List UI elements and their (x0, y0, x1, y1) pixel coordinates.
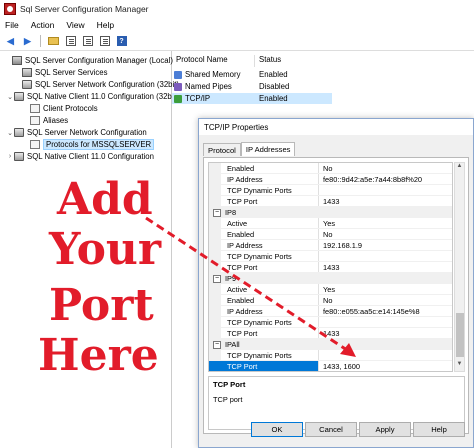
description-title: TCP Port (213, 380, 246, 389)
grid-category-ipall[interactable]: − IPAll (209, 339, 452, 350)
tab-protocol[interactable]: Protocol (203, 143, 241, 156)
annotation-line-add: Add (57, 174, 153, 225)
tab-ip-addresses[interactable]: IP Addresses (240, 142, 296, 156)
help-button[interactable]: Help (413, 422, 465, 437)
ip-addresses-panel: Enabled No IP Address fe80::9d42:a5e:7a44:… (203, 157, 469, 434)
annotation-line-port: Port (49, 280, 154, 331)
grid-row[interactable]: TCP Dynamic Ports (209, 185, 452, 196)
aliases-icon (30, 116, 40, 125)
dialog-title-bar: TCP/IP Properties (199, 119, 473, 135)
folder-up-icon[interactable] (47, 35, 60, 47)
tree-item-native-client-32[interactable]: ⌄ SQL Native Client 11.0 Configuration (… (6, 91, 172, 102)
title-bar: Sql Server Configuration Manager (0, 0, 474, 18)
apply-button[interactable]: Apply (359, 422, 411, 437)
collapse-box-icon[interactable]: − (213, 274, 221, 283)
menu-view[interactable]: View (66, 20, 84, 30)
grid-row[interactable]: TCP Port 1433 (209, 196, 452, 207)
grid-row[interactable]: Enabled No (209, 163, 452, 174)
dialog-title: TCP/IP Properties (204, 122, 269, 132)
console-tree-icon[interactable] (64, 35, 77, 47)
tcp-port-value-field[interactable]: 1433, 1600 (319, 361, 452, 371)
dialog-tabs: Protocol IP Addresses (203, 142, 296, 157)
column-header-status[interactable]: Status (255, 55, 332, 67)
scroll-thumb[interactable] (456, 313, 464, 357)
expand-chevron-icon[interactable]: › (6, 153, 14, 160)
annotation-line-here: Here (38, 330, 159, 381)
network-icon (14, 128, 24, 137)
tree-item-aliases[interactable]: Aliases (30, 115, 68, 126)
dialog-buttons: OK Cancel Apply Help (199, 422, 473, 442)
forward-arrow-icon[interactable]: ▶ (21, 35, 34, 47)
property-grid: Enabled No IP Address fe80::9d42:a5e:7a44:… (208, 162, 453, 372)
toolbar: ◀ ▶ ? (0, 33, 474, 49)
column-header-protocol-name[interactable]: Protocol Name (172, 55, 255, 67)
network-icon (14, 152, 24, 161)
grid-row[interactable]: Active Yes (209, 218, 452, 229)
menu-bar: File Action View Help (0, 18, 474, 32)
grid-row[interactable]: IP Address 192.168.1.9 (209, 240, 452, 251)
server-icon (12, 56, 22, 65)
grid-row[interactable]: Active Yes (209, 284, 452, 295)
grid-scrollbar[interactable]: ▲ ▼ (454, 162, 465, 372)
grid-category-ip8[interactable]: − IP8 (209, 207, 452, 218)
network-icon (22, 80, 32, 89)
named-pipes-icon (174, 82, 182, 91)
grid-row[interactable]: TCP Dynamic Ports (209, 317, 452, 328)
grid-row[interactable]: IP Address fe80::e055:aa5c:e14:145e%8 (209, 306, 452, 317)
menu-file[interactable]: File (5, 20, 19, 30)
tree-item-network-config[interactable]: ⌄ SQL Server Network Configuration (6, 127, 147, 138)
services-icon (22, 68, 32, 77)
tree-item-services[interactable]: SQL Server Services (14, 67, 108, 78)
tree-item-native-client[interactable]: › SQL Native Client 11.0 Configuration (6, 151, 154, 162)
shared-memory-icon (174, 70, 182, 79)
grid-row[interactable]: TCP Dynamic Ports (209, 350, 452, 361)
help-icon[interactable]: ? (115, 35, 128, 47)
scroll-up-icon[interactable]: ▲ (455, 163, 464, 173)
grid-row[interactable]: Enabled No (209, 295, 452, 306)
toolbar-separator (40, 35, 41, 47)
ok-button[interactable]: OK (251, 422, 303, 437)
tree-item-client-protocols[interactable]: Client Protocols (30, 103, 98, 114)
network-icon (14, 92, 24, 101)
grid-category-ip9[interactable]: − IP9 (209, 273, 452, 284)
grid-row-ipall-tcp-port[interactable]: TCP Port 1433, 1600 (209, 361, 452, 371)
tcp-ip-icon (174, 94, 182, 103)
grid-row[interactable]: Enabled No (209, 229, 452, 240)
scroll-down-icon[interactable]: ▼ (455, 361, 464, 371)
app-icon (4, 3, 16, 15)
tree-item-protocols-mssqlserver[interactable]: Protocols for MSSQLSERVER (30, 139, 155, 150)
protocols-icon (30, 104, 40, 113)
list-row-named-pipes[interactable]: Named Pipes Disabled (172, 81, 332, 92)
list-row-shared-memory[interactable]: Shared Memory Enabled (172, 69, 332, 80)
cancel-button[interactable]: Cancel (305, 422, 357, 437)
tree-item-network-32bit[interactable]: SQL Server Network Configuration (32bit) (14, 79, 179, 90)
tree-item-root[interactable]: SQL Server Configuration Manager (Local) (4, 55, 173, 66)
annotation-line-your: Your (49, 224, 162, 275)
collapse-chevron-icon[interactable]: ⌄ (6, 129, 14, 137)
grid-row[interactable]: TCP Dynamic Ports (209, 251, 452, 262)
properties-icon[interactable] (98, 35, 111, 47)
list-row-tcp-ip[interactable]: TCP/IP Enabled (172, 93, 332, 104)
menu-help[interactable]: Help (97, 20, 114, 30)
protocols-icon (30, 140, 40, 149)
grid-row[interactable]: TCP Port 1433 (209, 262, 452, 273)
back-arrow-icon[interactable]: ◀ (4, 35, 17, 47)
menu-action[interactable]: Action (31, 20, 55, 30)
collapse-chevron-icon[interactable]: ⌄ (6, 93, 14, 101)
grid-row[interactable]: TCP Port 1433 (209, 328, 452, 339)
export-list-icon[interactable] (81, 35, 94, 47)
collapse-box-icon[interactable]: − (213, 208, 221, 217)
tcpip-properties-dialog: TCP/IP Properties Protocol IP Addresses … (198, 118, 474, 448)
window-title: Sql Server Configuration Manager (20, 4, 149, 14)
collapse-box-icon[interactable]: − (213, 340, 221, 349)
list-header: Protocol Name Status (172, 55, 332, 67)
description-text: TCP port (213, 395, 243, 404)
grid-row[interactable]: IP Address fe80::9d42:a5e:7a44:8b8f%20 (209, 174, 452, 185)
